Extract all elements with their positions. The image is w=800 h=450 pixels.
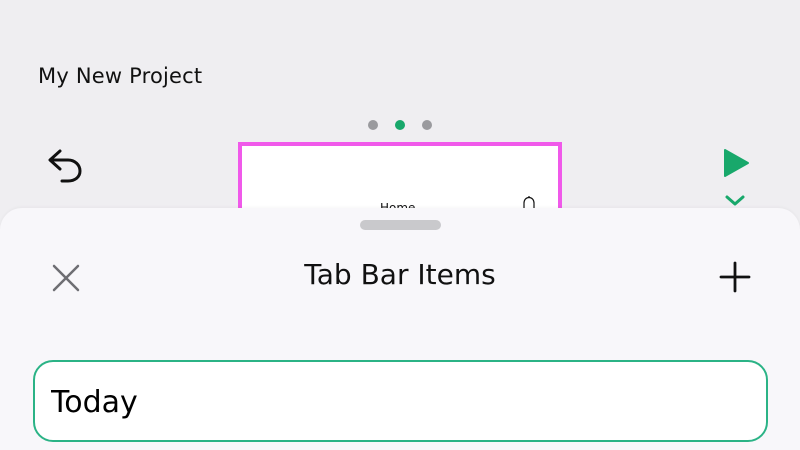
sheet-title: Tab Bar Items bbox=[304, 258, 496, 291]
undo-icon bbox=[48, 149, 82, 183]
chevron-down-icon bbox=[725, 195, 745, 206]
play-button[interactable] bbox=[716, 143, 756, 183]
undo-button[interactable] bbox=[44, 145, 88, 185]
app-screen: My New Project Home bbox=[0, 0, 800, 450]
play-icon bbox=[724, 149, 749, 177]
tab-item-name-input[interactable] bbox=[51, 382, 731, 422]
expand-toolbar-button[interactable] bbox=[720, 190, 750, 210]
project-title[interactable]: My New Project bbox=[38, 64, 202, 88]
tab-bar-items-sheet: Tab Bar Items bbox=[0, 208, 800, 450]
add-item-button[interactable] bbox=[712, 254, 758, 300]
page-dot-1[interactable] bbox=[368, 120, 378, 130]
page-indicator[interactable] bbox=[368, 120, 432, 130]
plus-icon bbox=[719, 261, 751, 293]
page-dot-3[interactable] bbox=[422, 120, 432, 130]
sheet-grabber[interactable] bbox=[360, 220, 441, 230]
page-dot-2-active[interactable] bbox=[395, 120, 405, 130]
tab-item-field[interactable] bbox=[33, 360, 768, 442]
